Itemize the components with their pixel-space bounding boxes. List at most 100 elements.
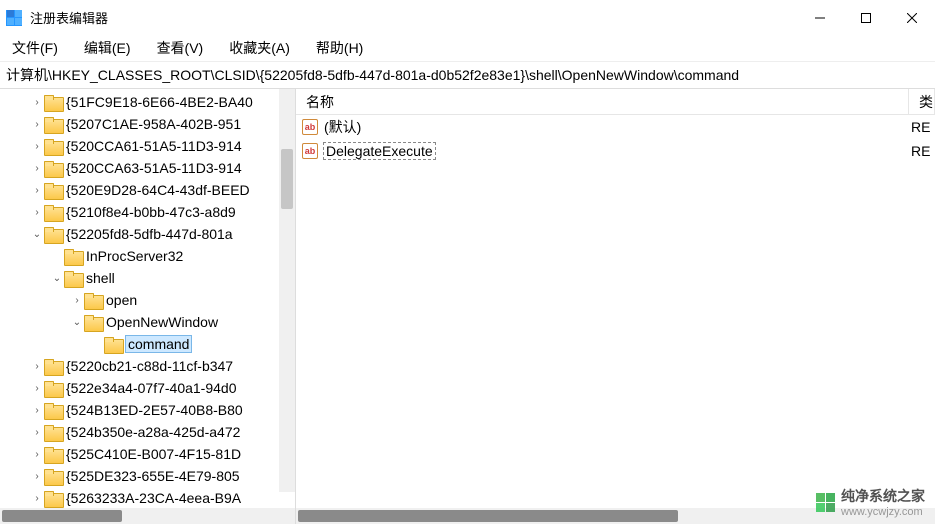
tree-item[interactable]: ›{51FC9E18-6E66-4BE2-BA40	[0, 91, 295, 113]
chevron-right-icon[interactable]: ›	[30, 119, 44, 130]
column-type[interactable]: 类	[909, 89, 935, 114]
folder-icon	[44, 139, 62, 154]
list-header: 名称 类	[296, 89, 935, 115]
titlebar: 注册表编辑器	[0, 0, 935, 35]
maximize-button[interactable]	[843, 0, 889, 35]
string-value-icon: ab	[302, 119, 318, 135]
chevron-right-icon[interactable]: ›	[30, 141, 44, 152]
main-area: ›{51FC9E18-6E66-4BE2-BA40›{5207C1AE-958A…	[0, 89, 935, 524]
tree-item-label: {525C410E-B007-4F15-81D	[66, 446, 241, 462]
value-name: DelegateExecute	[324, 143, 911, 159]
tree-item[interactable]: command	[0, 333, 295, 355]
tree-item[interactable]: › {525DE323-655E-4E79-805	[0, 465, 295, 487]
chevron-right-icon[interactable]: ›	[30, 471, 44, 482]
chevron-down-icon[interactable]: ⌄	[30, 229, 44, 240]
folder-icon	[64, 271, 82, 286]
chevron-down-icon[interactable]: ⌄	[50, 273, 64, 284]
menu-file[interactable]: 文件(F)	[6, 36, 64, 60]
tree-item-label: {520CCA63-51A5-11D3-914	[66, 160, 242, 176]
tree-item-label: {5263233A-23CA-4eea-B9A	[66, 490, 241, 506]
minimize-button[interactable]	[797, 0, 843, 35]
column-name[interactable]: 名称	[296, 89, 909, 114]
watermark-url: www.ycwjzy.com	[841, 506, 925, 518]
folder-icon	[44, 227, 62, 242]
tree-item[interactable]: › {525C410E-B007-4F15-81D	[0, 443, 295, 465]
tree-item-label: {5207C1AE-958A-402B-951	[66, 116, 241, 132]
list-row[interactable]: ab DelegateExecuteRE	[296, 139, 935, 163]
tree-item[interactable]: ›{524b350e-a28a-425d-a472	[0, 421, 295, 443]
menu-help[interactable]: 帮助(H)	[310, 36, 369, 60]
chevron-right-icon[interactable]: ›	[70, 295, 84, 306]
tree-item-label: {520CCA61-51A5-11D3-914	[66, 138, 242, 154]
address-bar[interactable]: 计算机\HKEY_CLASSES_ROOT\CLSID\{52205fd8-5d…	[0, 61, 935, 89]
chevron-right-icon[interactable]: ›	[30, 185, 44, 196]
chevron-right-icon[interactable]: ›	[30, 163, 44, 174]
chevron-down-icon[interactable]: ⌄	[70, 317, 84, 328]
tree-item-label: OpenNewWindow	[106, 314, 218, 330]
menu-edit[interactable]: 编辑(E)	[78, 36, 137, 60]
close-button[interactable]	[889, 0, 935, 35]
tree-item[interactable]: ›{5210f8e4-b0bb-47c3-a8d9	[0, 201, 295, 223]
chevron-right-icon[interactable]: ›	[30, 361, 44, 372]
tree-item[interactable]: › {524B13ED-2E57-40B8-B80	[0, 399, 295, 421]
chevron-right-icon[interactable]: ›	[30, 427, 44, 438]
tree-item[interactable]: › {5207C1AE-958A-402B-951	[0, 113, 295, 135]
chevron-right-icon[interactable]: ›	[30, 405, 44, 416]
window-controls	[797, 0, 935, 35]
tree-vertical-scrollbar[interactable]	[279, 89, 295, 492]
folder-icon	[44, 183, 62, 198]
app-icon	[6, 10, 22, 26]
chevron-right-icon[interactable]: ›	[30, 97, 44, 108]
folder-icon	[44, 359, 62, 374]
address-text: 计算机\HKEY_CLASSES_ROOT\CLSID\{52205fd8-5d…	[6, 65, 739, 85]
list-pane: 名称 类 ab (默认)RE ab DelegateExecuteRE	[296, 89, 935, 524]
list-row[interactable]: ab (默认)RE	[296, 115, 935, 139]
tree-item[interactable]: › {520CCA63-51A5-11D3-914	[0, 157, 295, 179]
tree-item[interactable]: ⌄ OpenNewWindow	[0, 311, 295, 333]
scrollbar-thumb[interactable]	[281, 149, 293, 209]
folder-icon	[44, 381, 62, 396]
watermark-logo-icon	[815, 492, 835, 512]
menu-view[interactable]: 查看(V)	[151, 36, 210, 60]
tree-item-label: {5220cb21-c88d-11cf-b347	[66, 358, 233, 374]
value-type: RE	[911, 119, 935, 135]
tree-item[interactable]: › {520E9D28-64C4-43df-BEED	[0, 179, 295, 201]
tree-item-label: command	[126, 336, 191, 352]
chevron-right-icon[interactable]: ›	[30, 383, 44, 394]
tree-item-label: {520E9D28-64C4-43df-BEED	[66, 182, 250, 198]
tree-item[interactable]: ›open	[0, 289, 295, 311]
folder-icon	[64, 249, 82, 264]
tree-pane: ›{51FC9E18-6E66-4BE2-BA40›{5207C1AE-958A…	[0, 89, 296, 524]
scrollbar-thumb[interactable]	[298, 510, 678, 522]
tree-item-label: {524B13ED-2E57-40B8-B80	[66, 402, 243, 418]
tree-item-label: InProcServer32	[86, 248, 183, 264]
tree-item[interactable]: InProcServer32	[0, 245, 295, 267]
menu-favorites[interactable]: 收藏夹(A)	[223, 36, 296, 60]
tree-item[interactable]: ⌄ shell	[0, 267, 295, 289]
chevron-right-icon[interactable]: ›	[30, 207, 44, 218]
tree-item-label: shell	[86, 270, 115, 286]
tree-scroll[interactable]: ›{51FC9E18-6E66-4BE2-BA40›{5207C1AE-958A…	[0, 89, 295, 508]
folder-icon	[104, 337, 122, 352]
chevron-right-icon[interactable]: ›	[30, 493, 44, 504]
string-value-icon: ab	[302, 143, 318, 159]
folder-icon	[44, 117, 62, 132]
folder-icon	[84, 315, 102, 330]
tree-item[interactable]: › {5220cb21-c88d-11cf-b347	[0, 355, 295, 377]
chevron-right-icon[interactable]: ›	[30, 449, 44, 460]
tree-item[interactable]: ⌄{52205fd8-5dfb-447d-801a	[0, 223, 295, 245]
list-body[interactable]: ab (默认)RE ab DelegateExecuteRE	[296, 115, 935, 508]
tree-item[interactable]: ›{522e34a4-07f7-40a1-94d0	[0, 377, 295, 399]
tree-item-label: {525DE323-655E-4E79-805	[66, 468, 240, 484]
watermark-name: 纯净系统之家	[841, 486, 925, 506]
tree-horizontal-scrollbar[interactable]	[0, 508, 295, 524]
watermark: 纯净系统之家 www.ycwjzy.com	[815, 486, 925, 518]
tree-item[interactable]: › {520CCA61-51A5-11D3-914	[0, 135, 295, 157]
folder-icon	[44, 161, 62, 176]
scrollbar-thumb[interactable]	[2, 510, 122, 522]
folder-icon	[44, 447, 62, 462]
value-type: RE	[911, 143, 935, 159]
tree-item[interactable]: › {5263233A-23CA-4eea-B9A	[0, 487, 295, 508]
value-name: (默认)	[324, 117, 911, 137]
menubar: 文件(F) 编辑(E) 查看(V) 收藏夹(A) 帮助(H)	[0, 35, 935, 61]
